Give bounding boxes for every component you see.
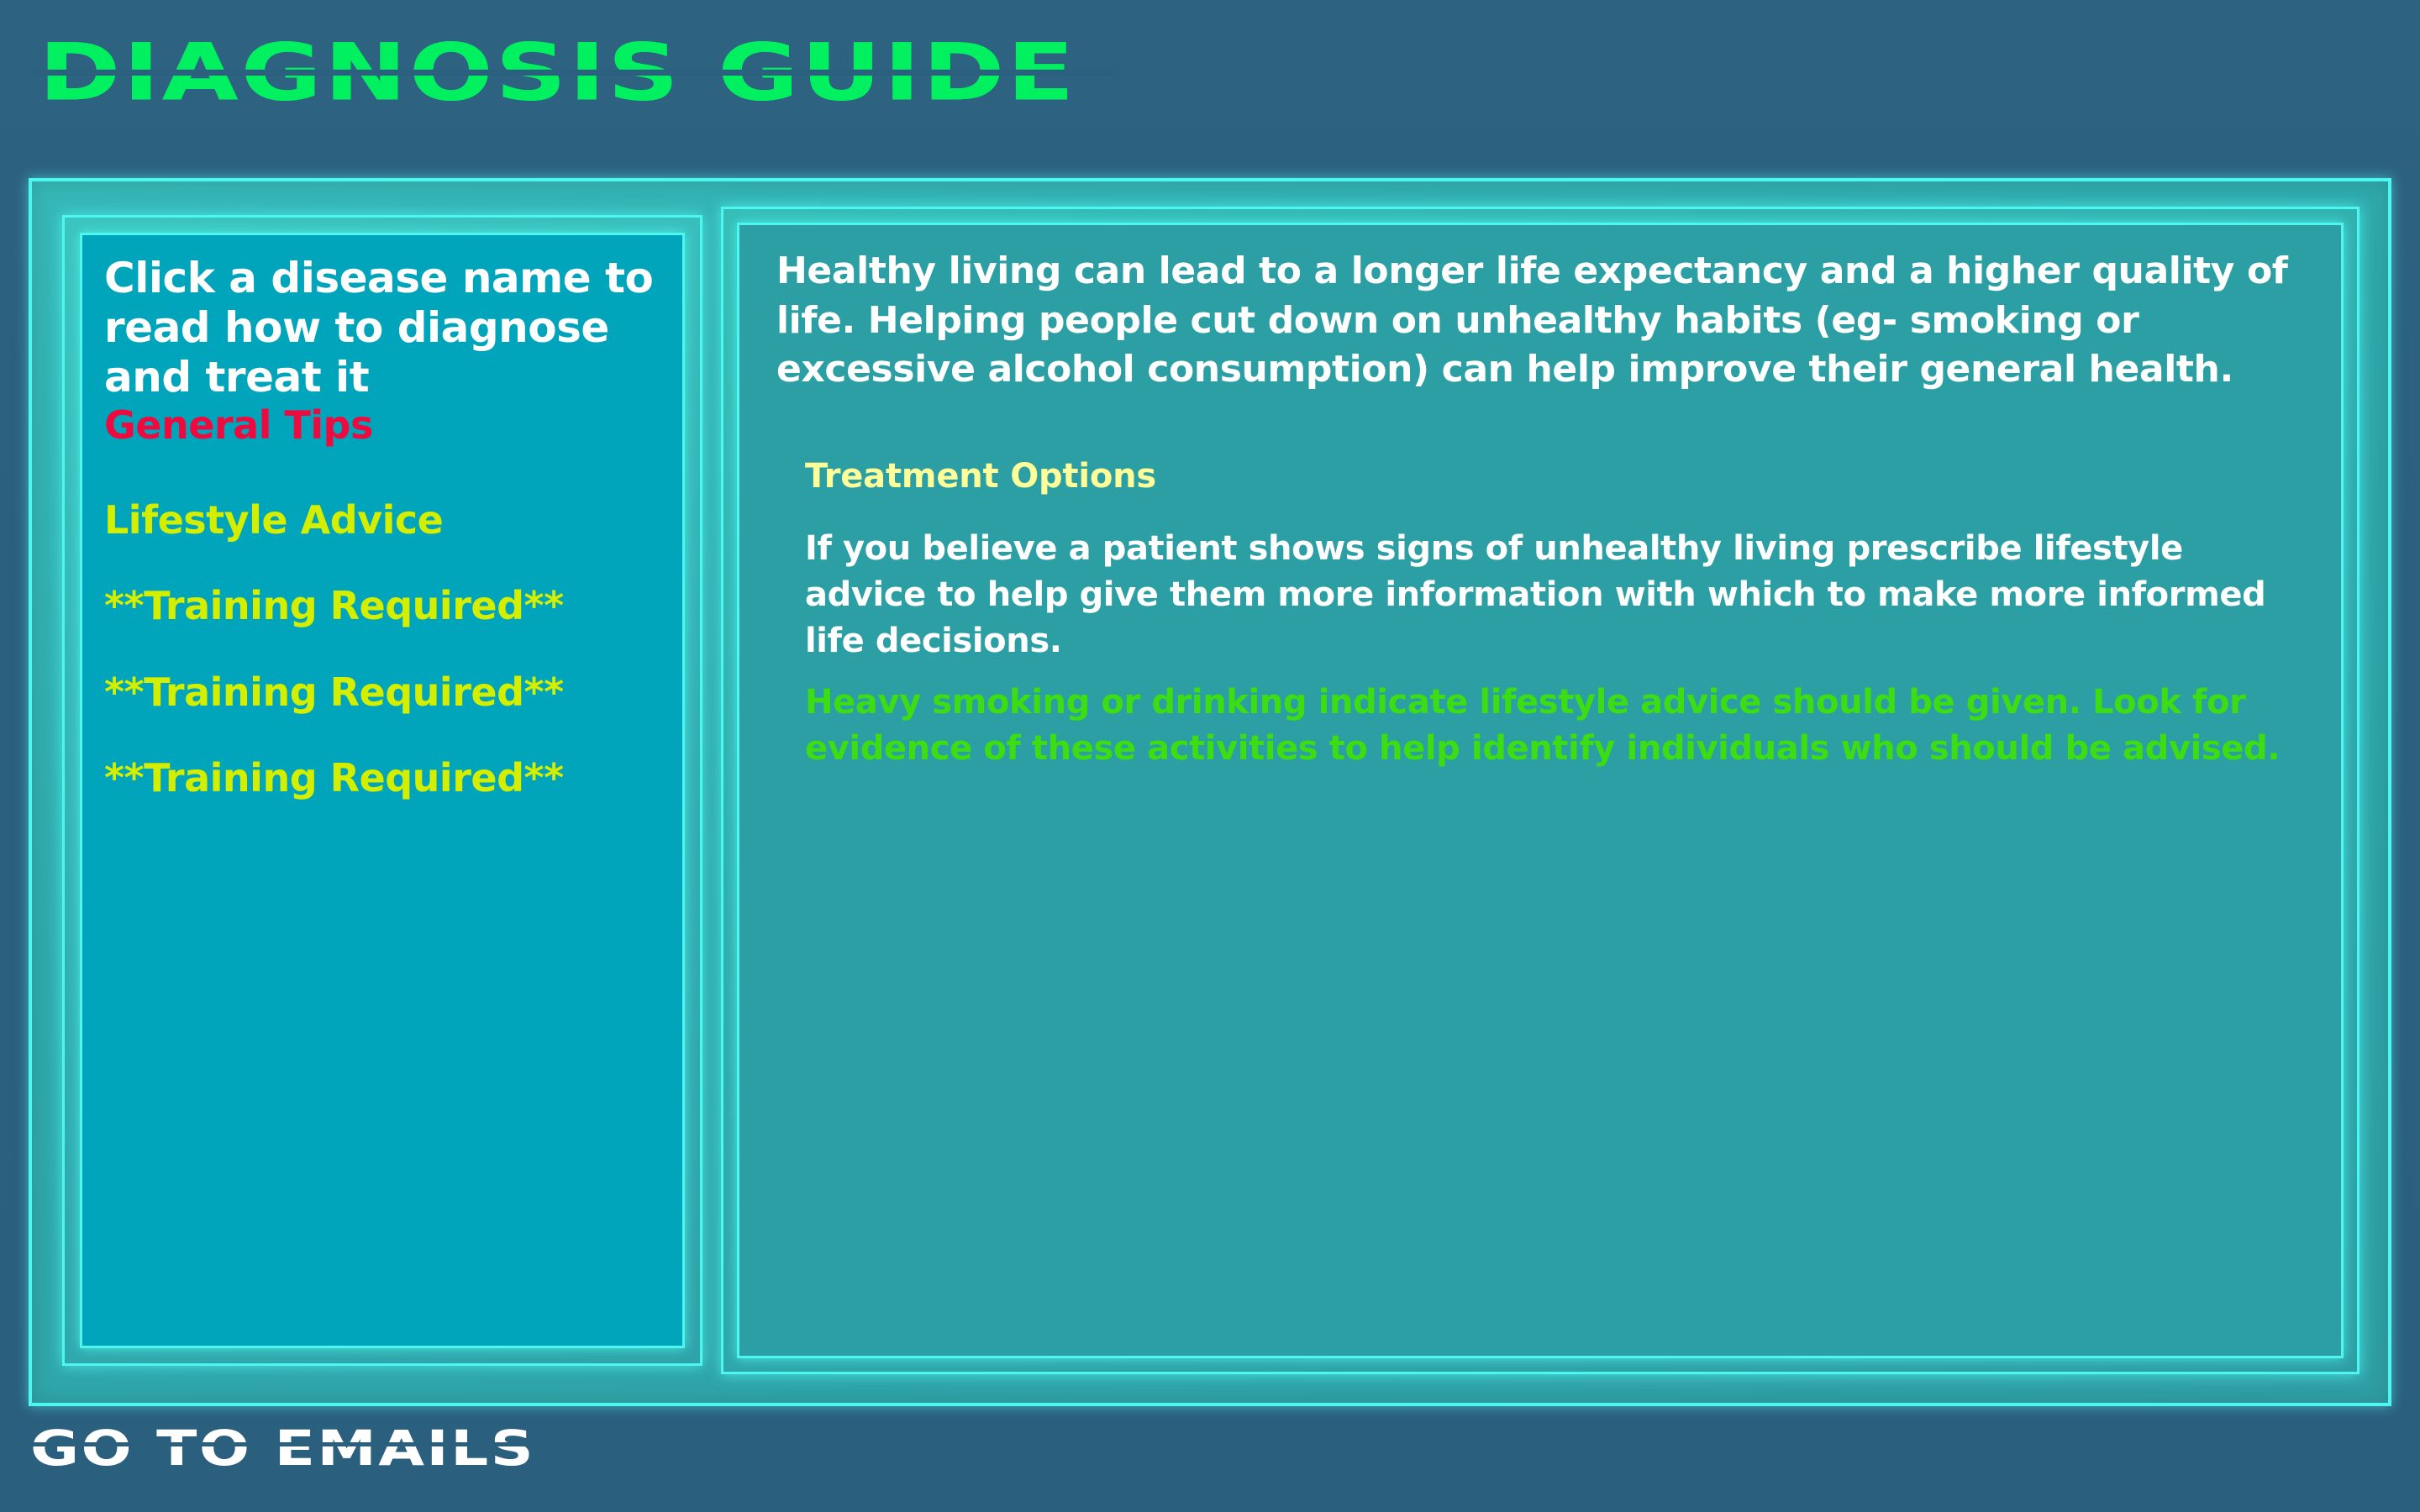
main-frame: Click a disease name to read how to diag… [29, 178, 2391, 1406]
content-body: Healthy living can lead to a longer life… [737, 223, 2344, 1358]
footer-bar: GO TO EMAILS [0, 1406, 2420, 1512]
sidebar-instruction: Click a disease name to read how to diag… [104, 254, 654, 402]
go-to-emails-button[interactable]: GO TO EMAILS [28, 1420, 554, 1477]
sidebar-list: Click a disease name to read how to diag… [80, 233, 685, 1348]
sidebar-item-lifestyle-advice[interactable]: Lifestyle Advice [104, 498, 660, 542]
sidebar-panel: Click a disease name to read how to diag… [62, 215, 702, 1366]
page-title: DIAGNOSIS GUIDE [34, 26, 1114, 118]
treatment-options-body: If you believe a patient shows signs of … [805, 528, 2266, 660]
app-screen: DIAGNOSIS GUIDE Click a disease name to … [0, 0, 2420, 1512]
treatment-options-hint: Heavy smoking or drinking indicate lifes… [805, 683, 2280, 769]
treatment-options-heading: Treatment Options [805, 456, 1157, 496]
intro-paragraph: Healthy living can lead to a longer life… [776, 249, 2288, 391]
sidebar-item-general-tips[interactable]: General Tips [104, 404, 660, 447]
sidebar-item-training-required-1[interactable]: **Training Required** [104, 585, 660, 627]
title-bar: DIAGNOSIS GUIDE [0, 0, 2420, 168]
treatment-options-section: Treatment Options If you believe a patie… [776, 457, 2304, 773]
sidebar-item-training-required-2[interactable]: **Training Required** [104, 671, 660, 714]
sidebar-item-training-required-3[interactable]: **Training Required** [104, 757, 660, 800]
content-panel: Healthy living can lead to a longer life… [721, 207, 2360, 1374]
